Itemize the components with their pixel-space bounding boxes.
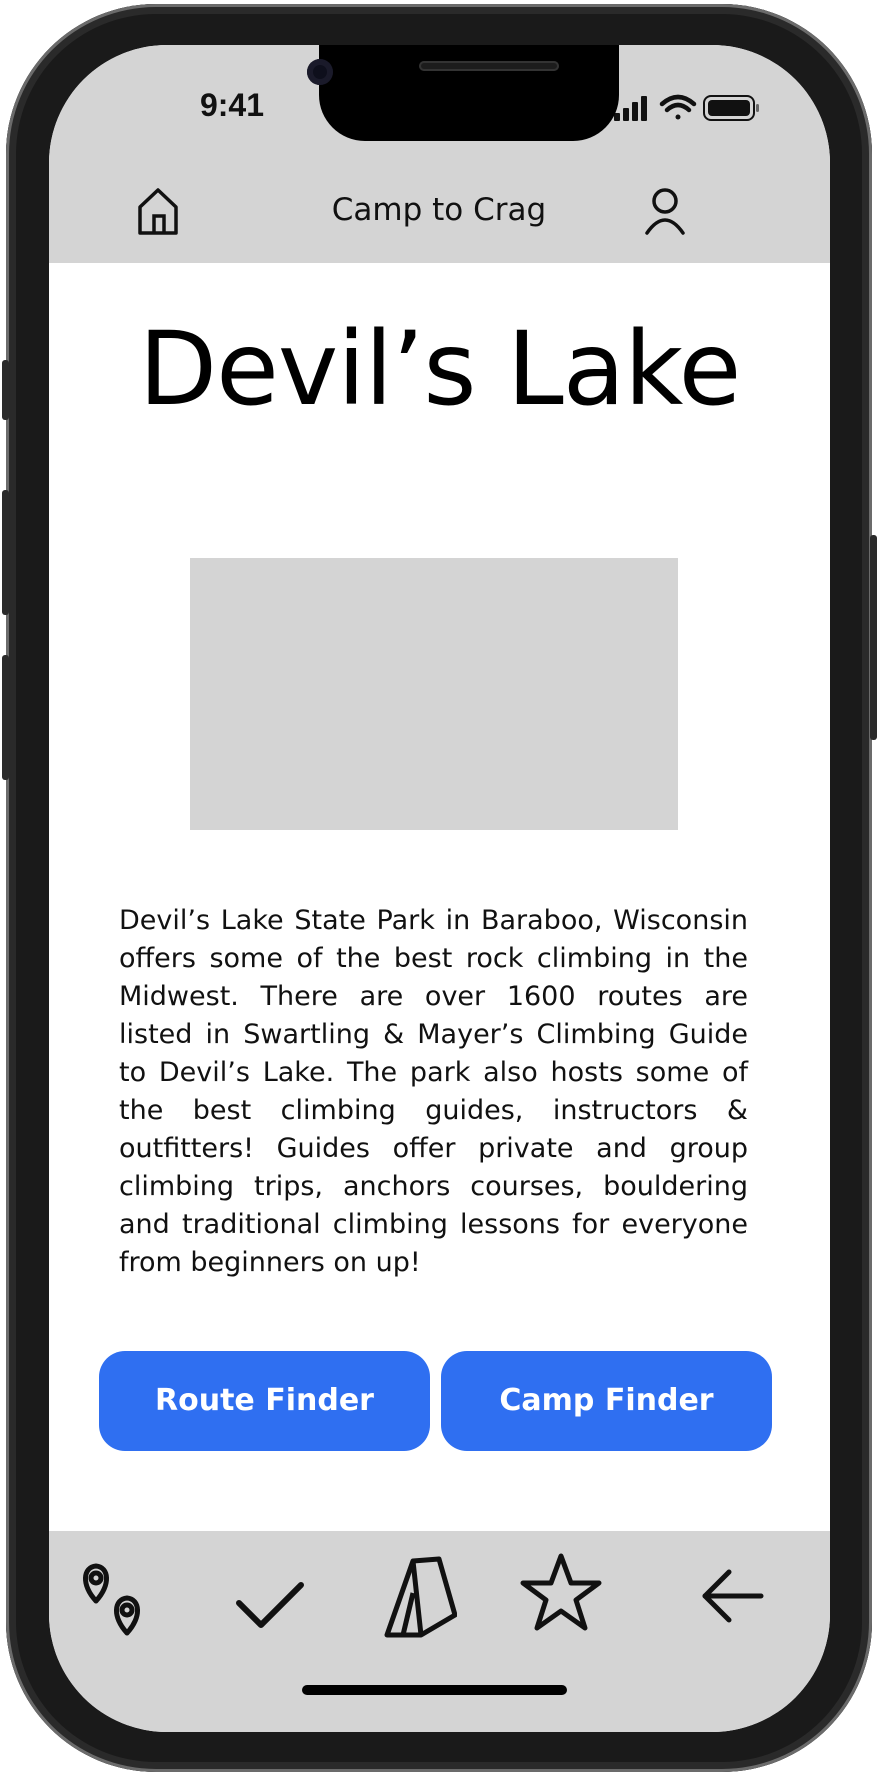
park-description: Devil’s Lake State Park in Baraboo, Wisc… (119, 905, 748, 1278)
status-time: 9:41 (199, 87, 265, 123)
back-arrow-icon[interactable] (699, 1566, 767, 1626)
tab-bar (49, 1531, 830, 1732)
notch (319, 45, 619, 141)
volume-down-button (2, 655, 9, 780)
checkmark-icon[interactable] (235, 1579, 305, 1631)
status-icons (614, 94, 759, 121)
hero-image-placeholder (190, 558, 678, 830)
home-icon[interactable] (135, 185, 181, 237)
front-camera (307, 59, 333, 85)
star-icon[interactable] (519, 1551, 603, 1633)
header-bar: 9:41 Camp to Crag (49, 45, 830, 263)
app-title: Camp to Crag (331, 192, 547, 228)
page-title: Devil’s Lake (138, 310, 742, 429)
route-finder-button[interactable]: Route Finder (99, 1351, 430, 1451)
camp-finder-button[interactable]: Camp Finder (441, 1351, 772, 1451)
cellular-signal-icon (614, 96, 647, 121)
volume-up-button (2, 490, 9, 615)
battery-icon (703, 95, 759, 121)
wifi-icon (659, 94, 697, 120)
map-pins-icon[interactable] (79, 1561, 151, 1637)
power-button (870, 535, 877, 740)
user-icon[interactable] (643, 185, 687, 237)
home-indicator[interactable] (302, 1685, 567, 1695)
mute-switch (2, 360, 9, 420)
screen: 9:41 Camp to Crag Devil’s Lake Devil’s L… (49, 45, 830, 1732)
speaker-grille (419, 61, 559, 71)
tent-icon[interactable] (383, 1555, 457, 1639)
